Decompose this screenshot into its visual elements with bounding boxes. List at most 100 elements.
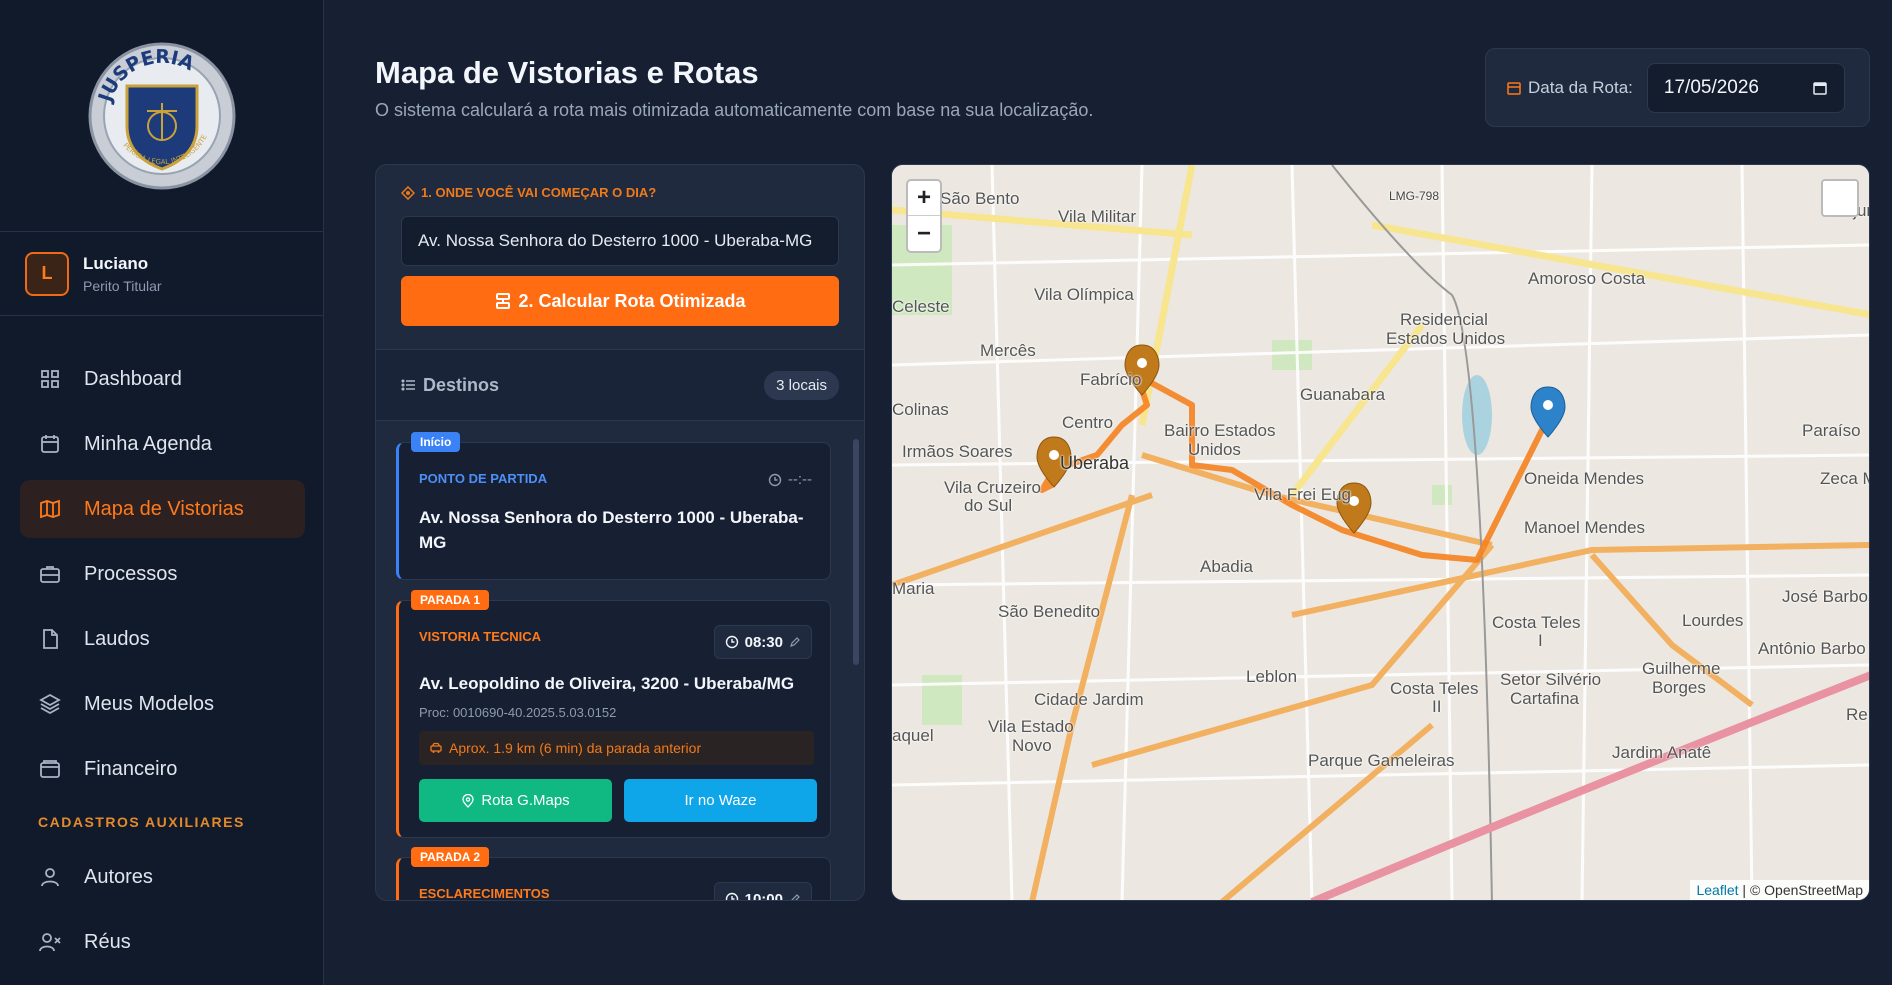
clock-icon bbox=[725, 635, 738, 649]
calculate-route-button[interactable]: 2. Calcular Rota Otimizada bbox=[401, 276, 839, 326]
grid-icon bbox=[41, 370, 59, 388]
pencil-icon[interactable] bbox=[789, 636, 801, 648]
map-label: São Bento bbox=[940, 189, 1020, 208]
map-label: Colinas bbox=[892, 400, 949, 419]
destinations-list[interactable]: Início PONTO DE PARTIDA --:-- Av. Nossa … bbox=[376, 422, 864, 901]
nav-label: Autores bbox=[84, 865, 153, 888]
nav-section-cadastros: CADASTROS AUXILIARES bbox=[38, 814, 245, 830]
map-label: Fabrício bbox=[1080, 370, 1142, 389]
map-tiles bbox=[892, 165, 1869, 900]
route-date-label: Data da Rota: bbox=[1506, 78, 1633, 98]
map-label: Jardim Anatê bbox=[1612, 743, 1712, 762]
list-icon bbox=[401, 379, 415, 391]
clock-icon bbox=[725, 892, 738, 900]
list-scrollbar[interactable] bbox=[852, 423, 860, 898]
map-label: Novo bbox=[1012, 736, 1052, 755]
scrollbar-thumb[interactable] bbox=[853, 439, 859, 665]
pencil-icon[interactable] bbox=[789, 893, 801, 901]
route-panel: 1. ONDE VOCÊ VAI COMEÇAR O DIA? Av. Noss… bbox=[375, 164, 865, 901]
nav-item-autores[interactable]: Autores bbox=[20, 848, 305, 906]
nav-label: Réus bbox=[84, 930, 131, 953]
nav-item-modelos[interactable]: Meus Modelos bbox=[20, 675, 305, 733]
map-label: Vila Frei Eug bbox=[1254, 485, 1352, 504]
user-role: Perito Titular bbox=[83, 277, 162, 294]
nav-item-financeiro[interactable]: Financeiro bbox=[20, 740, 305, 798]
stop-card-1[interactable]: PARADA 1 VISTORIA TECNICA 08:30 Av. Leop… bbox=[396, 590, 831, 838]
map-label: Vila Cruzeiro bbox=[944, 478, 1042, 497]
sidebar: JUSPERIA PERÍCIA LEGAL INTELIGENTE L Luc… bbox=[0, 0, 324, 985]
step1-label: 1. ONDE VOCÊ VAI COMEÇAR O DIA? bbox=[401, 185, 839, 200]
map-label: Mercês bbox=[980, 341, 1036, 360]
map-label: Cartafina bbox=[1510, 689, 1579, 708]
nav-label: Meus Modelos bbox=[84, 692, 215, 715]
map-label: Costa Teles bbox=[1390, 679, 1479, 698]
nav-item-agenda[interactable]: Minha Agenda bbox=[20, 415, 305, 473]
zoom-in-button[interactable]: + bbox=[908, 181, 940, 216]
nav-item-laudos[interactable]: Laudos bbox=[20, 610, 305, 668]
user-name: Luciano bbox=[83, 253, 149, 273]
stop-time-editor[interactable]: 08:30 bbox=[713, 625, 812, 659]
map-label: Lourdes bbox=[1682, 611, 1744, 630]
nav-label: Minha Agenda bbox=[84, 432, 212, 455]
page-title: Mapa de Vistorias e Rotas bbox=[375, 55, 759, 90]
map-label: Amoroso Costa bbox=[1528, 269, 1646, 288]
map-label: José Barbos bbox=[1782, 587, 1870, 606]
destinations-header: Destinos 3 locais bbox=[376, 349, 864, 421]
date-picker-icon[interactable] bbox=[1812, 80, 1828, 96]
logo-area: JUSPERIA PERÍCIA LEGAL INTELIGENTE bbox=[0, 0, 323, 232]
page-subtitle: O sistema calculará a rota mais otimizad… bbox=[375, 100, 1094, 120]
document-icon bbox=[43, 629, 58, 649]
map-label: Re bbox=[1846, 705, 1868, 724]
map-layer-control[interactable] bbox=[1821, 179, 1859, 217]
map-label: Costa Teles bbox=[1492, 613, 1581, 632]
stop-time-editor[interactable]: 10:00 bbox=[713, 882, 812, 901]
waze-button[interactable]: Ir no Waze bbox=[624, 779, 817, 822]
map-label: Antônio Barbo bbox=[1758, 639, 1866, 658]
map-pin-icon bbox=[462, 793, 474, 808]
nav-label: Laudos bbox=[84, 627, 150, 650]
nav-item-dashboard[interactable]: Dashboard bbox=[20, 350, 305, 408]
jusperia-logo[interactable]: JUSPERIA PERÍCIA LEGAL INTELIGENTE bbox=[87, 41, 237, 191]
map-label: I bbox=[1538, 631, 1543, 650]
nav-item-processos[interactable]: Processos bbox=[20, 545, 305, 603]
stop-kind: VISTORIA TECNICA bbox=[419, 629, 542, 644]
start-time: --:-- bbox=[768, 471, 812, 488]
stop-tag: PARADA 1 bbox=[411, 590, 490, 610]
map-label: II bbox=[1432, 697, 1442, 716]
nav-item-reus[interactable]: Réus bbox=[20, 913, 305, 971]
osm-attribution[interactable]: | © OpenStreetMap bbox=[1742, 882, 1863, 898]
zoom-out-button[interactable]: − bbox=[908, 216, 940, 251]
stop-address: Av. Leopoldino de Oliveira, 3200 - Ubera… bbox=[419, 674, 795, 693]
map-label: Guilherme bbox=[1642, 659, 1721, 678]
leaflet-link[interactable]: Leaflet bbox=[1696, 882, 1738, 898]
map-label: Vila Militar bbox=[1058, 207, 1137, 226]
clock-icon bbox=[768, 473, 782, 486]
map-icon bbox=[40, 499, 60, 519]
map-label: Centro bbox=[1062, 413, 1114, 432]
start-address-input[interactable]: Av. Nossa Senhora do Desterro 1000 - Ube… bbox=[401, 216, 839, 266]
stop-card-2[interactable]: PARADA 2 ESCLARECIMENTOS 10:00 bbox=[396, 847, 831, 901]
map-label: do Sul bbox=[964, 496, 1013, 515]
route-map[interactable]: São Bento Vila Militar LMG-798 Conjun Ce… bbox=[891, 164, 1870, 901]
user-profile[interactable]: L Luciano Perito Titular bbox=[0, 232, 323, 316]
location-icon bbox=[401, 185, 415, 200]
map-label: Uberaba bbox=[1060, 453, 1130, 473]
map-label: Irmãos Soares bbox=[902, 442, 1013, 461]
nav-label: Processos bbox=[84, 562, 178, 585]
layers-icon bbox=[39, 693, 61, 715]
google-maps-route-button[interactable]: Rota G.Maps bbox=[419, 779, 612, 822]
map-zoom-control: + − bbox=[906, 179, 942, 253]
stop-process-number: Proc: 0010690-40.2025.5.03.0152 bbox=[419, 705, 617, 720]
nav-item-mapa-vistorias[interactable]: Mapa de Vistorias bbox=[20, 480, 305, 538]
start-point-card[interactable]: Início PONTO DE PARTIDA --:-- Av. Nossa … bbox=[396, 432, 831, 580]
map-label: LMG-798 bbox=[1389, 189, 1440, 203]
stop-kind: ESCLARECIMENTOS bbox=[419, 886, 550, 901]
map-label: São Benedito bbox=[998, 602, 1101, 621]
map-label: Estados Unidos bbox=[1386, 329, 1506, 348]
map-label: Manoel Mendes bbox=[1524, 518, 1645, 537]
map-label: Vila Estado bbox=[988, 717, 1074, 736]
map-label: Borges bbox=[1652, 678, 1706, 697]
wallet-icon bbox=[40, 760, 60, 778]
route-date-input[interactable]: 17/05/2026 bbox=[1646, 62, 1845, 113]
stop-tag: PARADA 2 bbox=[411, 847, 490, 867]
